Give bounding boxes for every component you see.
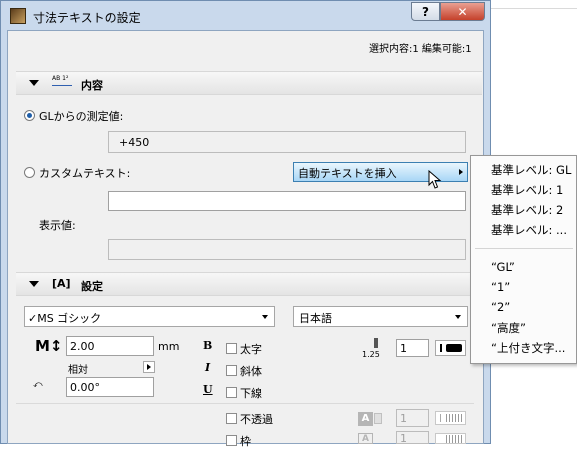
custom-text-radio[interactable]	[24, 167, 35, 178]
pen-number-value: 1	[400, 342, 407, 355]
menu-item-quoted-1[interactable]: “1”	[491, 280, 510, 294]
text-size-icon: M↕	[35, 337, 63, 355]
chevron-down-icon	[455, 315, 461, 319]
size-unit: mm	[158, 340, 180, 353]
font-name: ✓MS ゴシック	[28, 312, 102, 325]
menu-item-quoted-2[interactable]: “2”	[491, 300, 510, 314]
pattern-swatch	[446, 414, 462, 422]
italic-checkbox[interactable]	[226, 365, 237, 376]
frame-checkbox[interactable]	[226, 435, 237, 446]
font-dropdown[interactable]: ✓MS ゴシック	[24, 306, 275, 327]
bold-label: 太字	[240, 343, 262, 356]
text-settings-icon: [A]	[52, 277, 71, 290]
menu-item-level-more[interactable]: 基準レベル: ...	[491, 222, 567, 238]
pattern-swatch	[446, 435, 462, 443]
help-button[interactable]: ?	[411, 2, 440, 21]
title-bar[interactable]: 寸法テキストの設定 ? ✕	[1, 1, 492, 31]
opaque-label: 不透過	[240, 413, 273, 426]
relative-label: 相対	[68, 365, 88, 376]
custom-text-label: カスタムテキスト:	[39, 167, 131, 180]
script-name: 日本語	[299, 312, 332, 325]
opaque-checkbox[interactable]	[226, 413, 237, 424]
text-angle-icon: ⤺	[33, 380, 43, 390]
selection-info: 選択内容:1 編集可能:1	[369, 44, 472, 55]
text-angle-value: 0.00°	[70, 381, 100, 394]
menu-item-quoted-gl[interactable]: “GL”	[491, 260, 515, 274]
menu-item-level-gl[interactable]: 基準レベル: GL	[491, 162, 571, 178]
content-section-header[interactable]: AB 1² 内容	[16, 71, 482, 95]
pattern-bar-icon	[440, 414, 441, 422]
menu-separator	[475, 248, 573, 249]
frame-pattern-button	[435, 433, 466, 444]
content-section-title: 内容	[81, 79, 103, 92]
underline-checkbox[interactable]	[226, 387, 237, 398]
gl-value-field: +450	[108, 131, 466, 153]
italic-label: 斜体	[240, 365, 262, 378]
pen-icon	[374, 338, 378, 348]
pen-bar-icon	[440, 344, 442, 352]
chevron-down-icon	[262, 315, 268, 319]
close-button[interactable]: ✕	[440, 2, 485, 21]
menu-item-level-1[interactable]: 基準レベル: 1	[491, 182, 563, 198]
display-value-label: 表示値:	[39, 219, 76, 232]
menu-item-quoted-superscript[interactable]: “上付き文字...	[491, 340, 565, 356]
play-arrow-icon	[147, 364, 151, 370]
display-value-field	[108, 239, 466, 260]
underline-label: 下線	[240, 387, 262, 400]
app-icon	[10, 8, 26, 24]
window-title: 寸法テキストの設定	[33, 11, 141, 25]
gl-value-text: +450	[119, 136, 150, 149]
fill-indicator-icon	[374, 413, 382, 424]
pen-color-swatch	[446, 344, 462, 352]
settings-section-title: 設定	[81, 280, 103, 293]
frame-pen-icon: A	[358, 433, 373, 444]
menu-item-quoted-height[interactable]: “高度”	[491, 320, 526, 336]
pen-number-input[interactable]: 1	[396, 339, 429, 357]
background-window	[491, 0, 577, 155]
background-pen-icon: A	[358, 412, 373, 426]
collapse-triangle-icon[interactable]	[29, 80, 39, 86]
dimension-line-icon	[52, 85, 72, 86]
mouse-cursor-icon	[428, 170, 442, 189]
insert-autotext-label: 自動テキストを挿入	[298, 167, 397, 180]
autotext-submenu: 基準レベル: GL 基準レベル: 1 基準レベル: 2 基準レベル: ... “…	[470, 155, 577, 364]
script-dropdown[interactable]: 日本語	[293, 306, 468, 327]
pen-weight-label: 1.25	[362, 350, 380, 359]
bold-checkbox[interactable]	[226, 343, 237, 354]
underline-icon: U	[203, 383, 213, 396]
custom-text-input[interactable]	[108, 191, 466, 211]
text-size-input[interactable]: 2.00	[66, 336, 154, 356]
dimension-text-icon: AB 1²	[52, 75, 69, 82]
text-angle-input[interactable]: 0.00°	[66, 377, 154, 397]
bold-icon: B	[203, 339, 213, 352]
gl-measured-radio[interactable]	[24, 110, 35, 121]
opaque-pen-value: 1	[400, 412, 407, 425]
menu-item-level-2[interactable]: 基準レベル: 2	[491, 202, 563, 218]
frame-pen-input: 1	[396, 431, 429, 445]
frame-pen-value: 1	[400, 432, 407, 445]
section-divider	[16, 403, 474, 404]
relative-toggle-button[interactable]	[143, 361, 155, 373]
background-divider	[491, 8, 577, 9]
opaque-pen-input: 1	[396, 409, 429, 427]
collapse-triangle-icon[interactable]	[29, 281, 39, 287]
frame-label: 枠	[240, 435, 251, 448]
italic-icon: I	[205, 361, 211, 374]
settings-section-header[interactable]: [A] 設定	[16, 272, 482, 296]
pen-color-button[interactable]	[435, 340, 466, 356]
text-size-value: 2.00	[70, 340, 95, 353]
opaque-pattern-button	[435, 411, 466, 425]
gl-measured-label: GLからの測定値:	[39, 110, 124, 123]
submenu-arrow-icon	[459, 169, 463, 175]
